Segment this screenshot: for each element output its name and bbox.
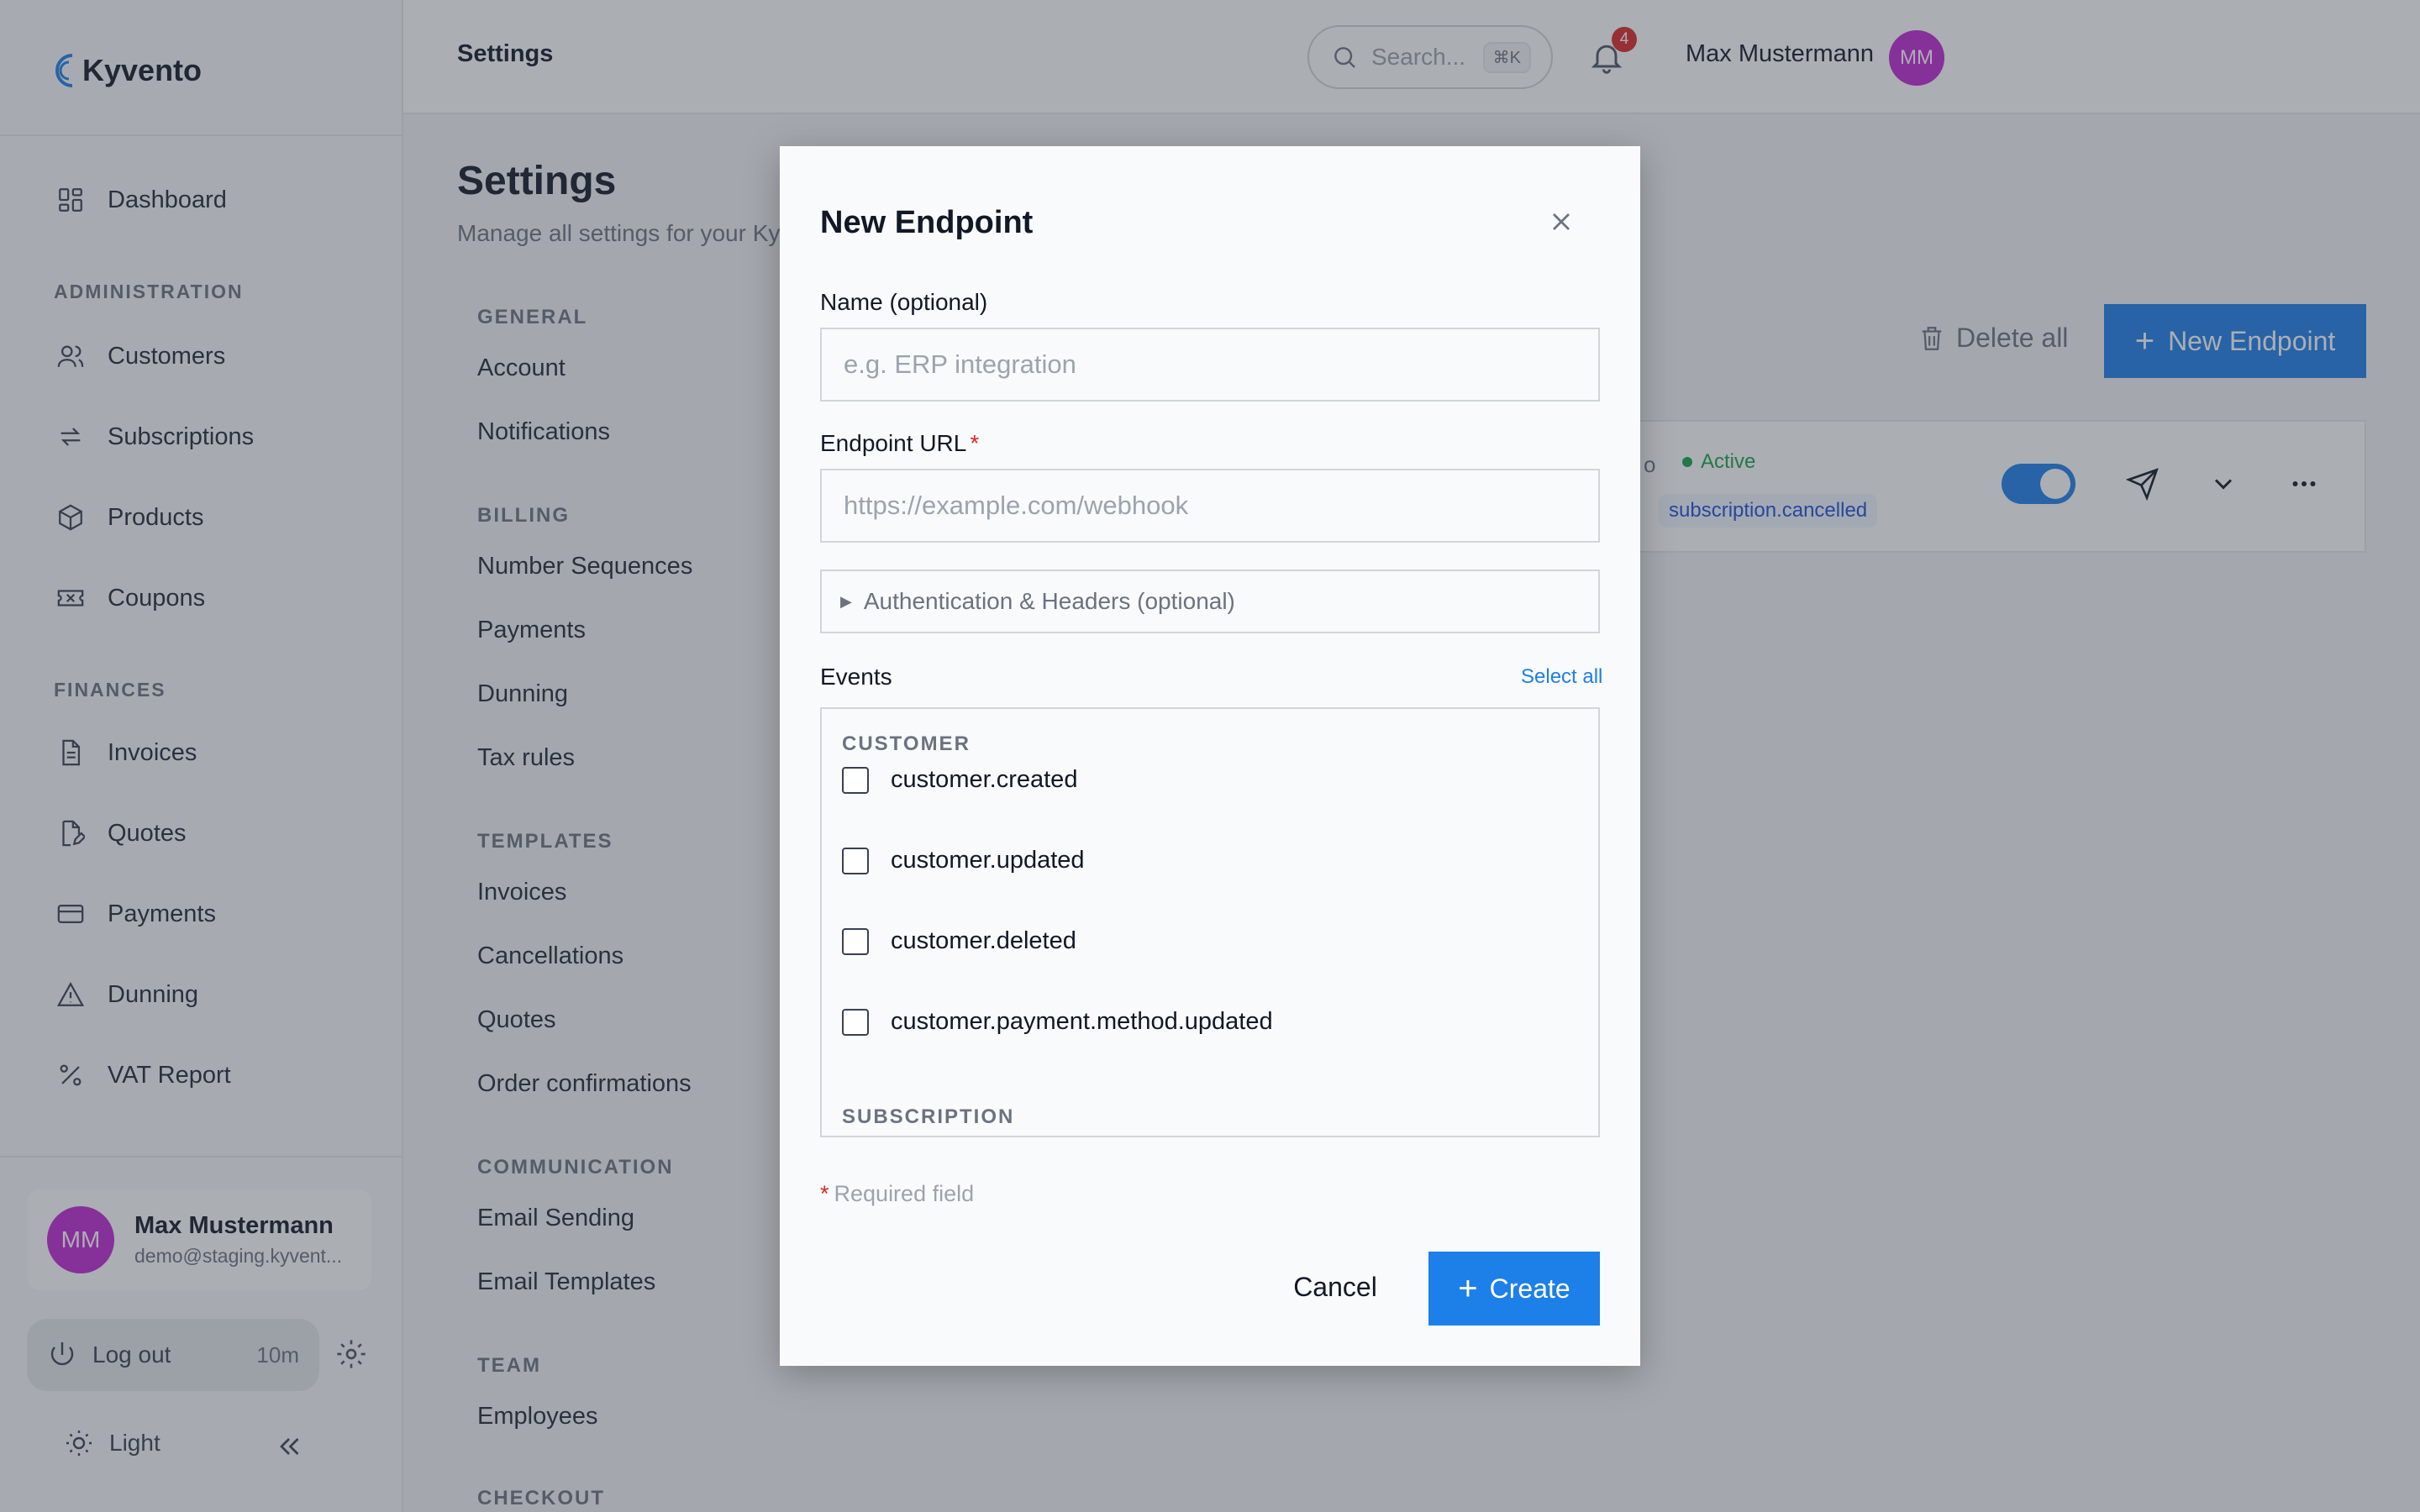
- auth-headers-label: Authentication & Headers (optional): [863, 588, 1235, 614]
- cancel-button[interactable]: Cancel: [1279, 1250, 1392, 1324]
- event-row-customer-deleted[interactable]: customer.deleted: [842, 927, 1076, 955]
- url-field-label: Endpoint URL *: [820, 430, 979, 457]
- create-label: Create: [1489, 1273, 1570, 1304]
- create-button[interactable]: + Create: [1428, 1252, 1600, 1326]
- event-group-customer: CUSTOMER: [842, 732, 971, 755]
- required-note-text: Required field: [834, 1181, 975, 1206]
- events-list[interactable]: CUSTOMER customer.created customer.updat…: [820, 707, 1600, 1137]
- event-name: customer.deleted: [891, 927, 1076, 954]
- app-root: Kyvento Dashboard ADMINISTRATION Custome…: [0, 0, 2420, 1512]
- event-row-customer-payment-method-updated[interactable]: customer.payment.method.updated: [842, 1008, 1273, 1036]
- required-asterisk: *: [970, 430, 980, 456]
- auth-headers-disclosure[interactable]: ▶ Authentication & Headers (optional): [820, 570, 1600, 633]
- required-field-note: * Required field: [820, 1181, 974, 1207]
- plus-icon: +: [1458, 1269, 1478, 1307]
- url-field-label-text: Endpoint URL: [820, 430, 967, 456]
- event-checkbox[interactable]: [842, 927, 869, 955]
- event-group-subscription: SUBSCRIPTION: [842, 1105, 1015, 1128]
- event-row-customer-updated[interactable]: customer.updated: [842, 847, 1085, 874]
- event-name: customer.payment.method.updated: [891, 1008, 1273, 1035]
- event-name: customer.updated: [891, 847, 1085, 874]
- new-endpoint-dialog: New Endpoint Name (optional) e.g. ERP in…: [780, 146, 1640, 1366]
- name-field-label: Name (optional): [820, 289, 988, 315]
- events-label: Events: [820, 664, 892, 690]
- event-checkbox[interactable]: [842, 766, 869, 794]
- event-checkbox[interactable]: [842, 1008, 869, 1036]
- close-icon[interactable]: [1546, 207, 1576, 237]
- name-input[interactable]: e.g. ERP integration: [820, 328, 1600, 402]
- disclosure-triangle-icon: ▶: [840, 592, 852, 610]
- dialog-title: New Endpoint: [820, 205, 1034, 240]
- required-asterisk: *: [820, 1181, 829, 1206]
- select-all-link[interactable]: Select all: [1521, 665, 1602, 689]
- endpoint-url-input[interactable]: https://example.com/webhook: [820, 469, 1600, 543]
- event-checkbox[interactable]: [842, 847, 869, 874]
- event-name: customer.created: [891, 766, 1078, 793]
- event-row-customer-created[interactable]: customer.created: [842, 766, 1077, 794]
